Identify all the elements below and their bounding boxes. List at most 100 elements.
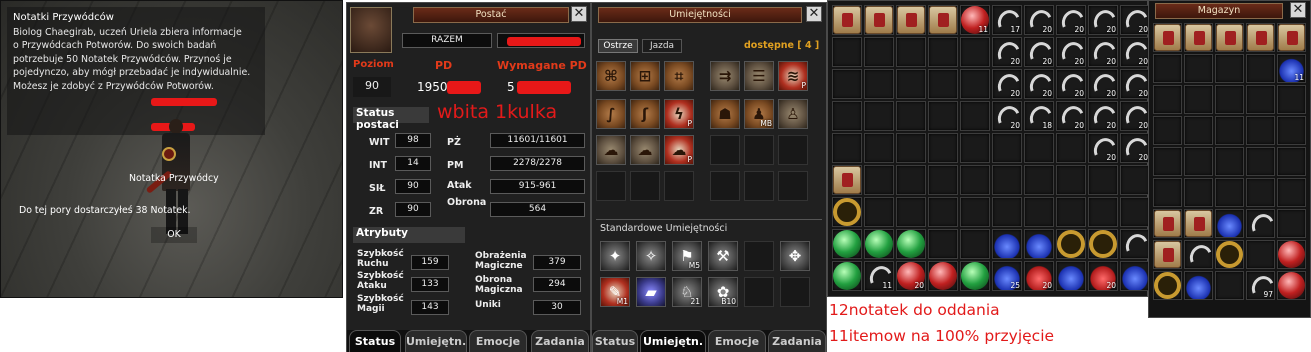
storage-slot[interactable] [1153, 54, 1182, 83]
inventory-slot[interactable] [992, 133, 1022, 163]
inventory-slot[interactable] [864, 69, 894, 99]
skill-slot-empty[interactable] [664, 171, 694, 201]
sickle-item[interactable]: 20 [1089, 70, 1117, 98]
inventory-slot[interactable] [1120, 165, 1150, 195]
mana-potion-item[interactable]: 25 [993, 262, 1021, 290]
skill-slot[interactable]: ♙ [778, 99, 808, 129]
storage-slot[interactable] [1153, 85, 1182, 114]
skill-slot[interactable]: ☁ P [664, 135, 694, 165]
sickle-item[interactable]: 20 [1057, 102, 1085, 130]
inventory-slot[interactable] [1056, 165, 1086, 195]
skill-slot[interactable]: ☗ [710, 99, 740, 129]
tab-emotes[interactable]: Emocje [708, 330, 766, 352]
book-item[interactable] [1185, 272, 1212, 299]
storage-slot[interactable] [1215, 116, 1244, 145]
standard-skill-slot[interactable]: ⚒ [708, 241, 738, 271]
sickle-item[interactable]: 20 [1057, 6, 1085, 34]
standard-skill-slot[interactable]: ✦ [600, 241, 630, 271]
standard-skill-slot[interactable]: ✎ M1 [600, 277, 630, 307]
sickle-item[interactable]: 20 [993, 102, 1021, 130]
storage-slot[interactable] [1246, 147, 1275, 176]
scroll-item[interactable] [1247, 24, 1274, 51]
scroll-item[interactable] [929, 6, 957, 34]
inventory-slot[interactable] [832, 101, 862, 131]
gloves-item[interactable] [1154, 241, 1181, 268]
storage-slot[interactable] [1184, 116, 1213, 145]
skill-slot-empty[interactable] [778, 135, 808, 165]
mana-potion-item[interactable] [1025, 230, 1053, 258]
sickle-item[interactable]: 20 [1121, 102, 1149, 130]
subtab-riding[interactable]: Jazda [642, 39, 682, 53]
inventory-slot[interactable] [960, 101, 990, 131]
inventory-slot[interactable] [928, 101, 958, 131]
sickle-item[interactable]: 20 [1089, 134, 1117, 162]
storage-slot[interactable] [1184, 147, 1213, 176]
sickle-item[interactable]: 20 [1089, 6, 1117, 34]
sickle-item[interactable]: 20 [1121, 6, 1149, 34]
standard-skill-slot[interactable]: ♘ 21 [672, 277, 702, 307]
scroll-item[interactable] [865, 6, 893, 34]
storage-slot[interactable] [1215, 54, 1244, 83]
skill-slot[interactable]: ⌗ [664, 61, 694, 91]
inventory-slot[interactable] [896, 133, 926, 163]
storage-slot[interactable] [1277, 85, 1306, 114]
skill-slot[interactable]: ♟ MB [744, 99, 774, 129]
skill-slot-empty[interactable] [778, 171, 808, 201]
skill-slot-empty[interactable] [744, 171, 774, 201]
skill-slot[interactable]: ☰ [744, 61, 774, 91]
inventory-slot[interactable] [1120, 197, 1150, 227]
inventory-slot[interactable] [960, 229, 990, 259]
close-icon[interactable]: ✕ [1290, 2, 1306, 18]
tab-status[interactable]: Status [349, 330, 401, 352]
skill-slot[interactable]: ≋ P [778, 61, 808, 91]
orb-item[interactable] [1278, 272, 1305, 299]
blue-orb-item[interactable] [961, 262, 989, 290]
inventory-slot[interactable] [960, 37, 990, 67]
inventory-slot[interactable] [928, 37, 958, 67]
boots-item[interactable] [1154, 210, 1181, 237]
inventory-slot[interactable] [864, 133, 894, 163]
inventory-slot[interactable] [1088, 197, 1118, 227]
inventory-slot[interactable] [864, 101, 894, 131]
heart-orb-item[interactable] [929, 262, 957, 290]
inventory-slot[interactable] [928, 165, 958, 195]
green-orb-item[interactable] [897, 230, 925, 258]
close-icon[interactable]: ✕ [806, 6, 822, 22]
scroll-item[interactable] [1154, 24, 1181, 51]
inventory-slot[interactable] [832, 133, 862, 163]
scroll-item[interactable] [1185, 24, 1212, 51]
storage-slot[interactable] [1215, 271, 1244, 300]
storage-slot[interactable] [1277, 147, 1306, 176]
storage-slot[interactable] [1246, 85, 1275, 114]
sickle-item[interactable]: 20 [1121, 38, 1149, 66]
skill-slot-empty[interactable] [780, 277, 810, 307]
skill-slot[interactable]: ☁ [630, 135, 660, 165]
storage-slot[interactable] [1246, 178, 1275, 207]
inventory-slot[interactable] [864, 37, 894, 67]
inventory-slot[interactable] [928, 69, 958, 99]
tab-quests[interactable]: Zadania [768, 330, 826, 352]
hp-potion-item[interactable]: 20 [1089, 262, 1117, 290]
sickle-item[interactable]: 20 [1025, 38, 1053, 66]
sickle-item[interactable]: 17 [993, 6, 1021, 34]
sickle-item[interactable]: 20 [1121, 70, 1149, 98]
inventory-slot[interactable] [1056, 133, 1086, 163]
standard-skill-slot[interactable]: ✿ B10 [708, 277, 738, 307]
inventory-slot[interactable] [864, 165, 894, 195]
tab-skills[interactable]: Umiejętn. [405, 330, 467, 352]
inventory-slot[interactable] [992, 165, 1022, 195]
inventory-slot[interactable] [864, 197, 894, 227]
storage-slot[interactable] [1246, 240, 1275, 269]
inventory-slot[interactable] [896, 101, 926, 131]
skill-slot-empty[interactable] [744, 241, 774, 271]
boots-item[interactable] [1216, 210, 1243, 237]
skill-slot[interactable]: ⊞ [630, 61, 660, 91]
storage-slot[interactable] [1246, 54, 1275, 83]
storage-slot[interactable] [1153, 147, 1182, 176]
storage-slot[interactable] [1277, 209, 1306, 238]
storage-slot[interactable] [1184, 54, 1213, 83]
storage-slot[interactable] [1215, 178, 1244, 207]
rune-item[interactable] [1185, 241, 1212, 268]
storage-slot[interactable] [1277, 116, 1306, 145]
inventory-slot[interactable] [960, 165, 990, 195]
